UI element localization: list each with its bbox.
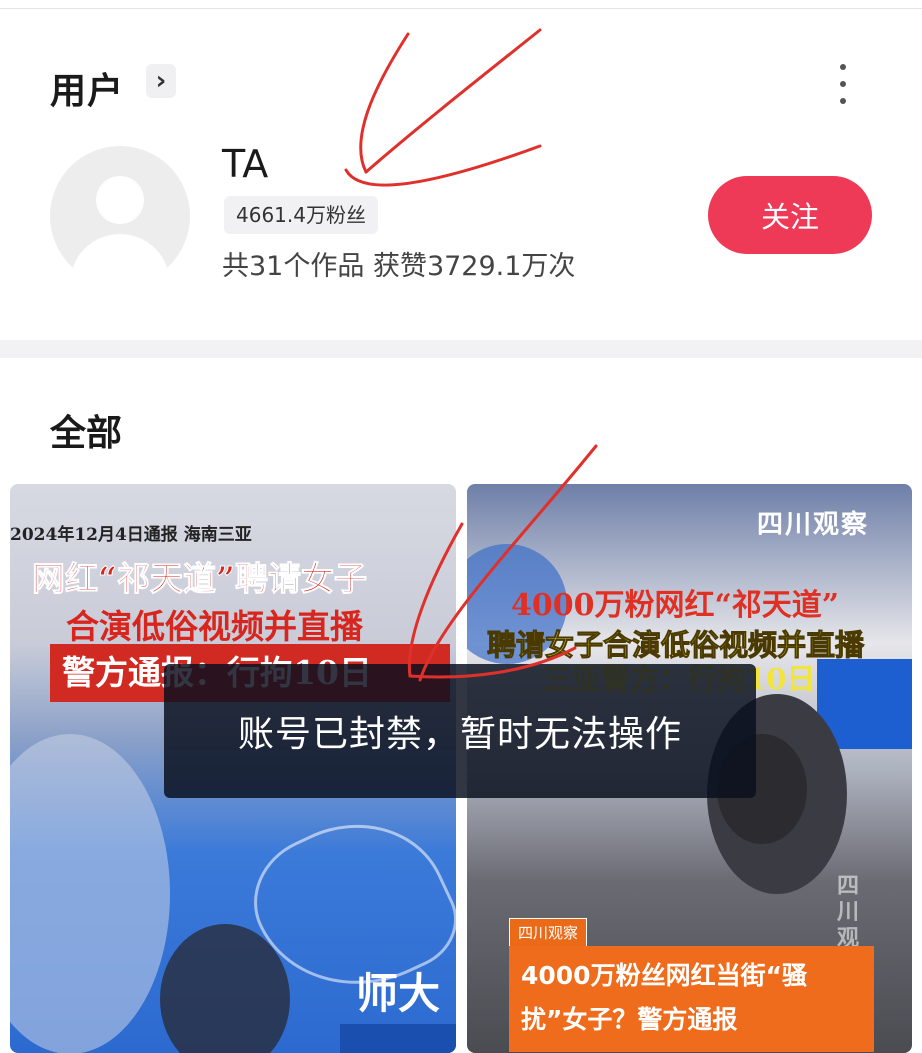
avatar[interactable] xyxy=(50,146,190,286)
ban-toast: 账号已封禁，暂时无法操作 xyxy=(164,664,756,798)
video-2-headline-1: 4000万粉网红“祁天道” xyxy=(511,588,840,623)
avatar-body-shape xyxy=(70,234,170,286)
works-section-title: 全部 xyxy=(50,413,123,454)
top-divider xyxy=(0,8,922,9)
video-2-caption: 4000万粉丝网红当街“骚扰”女子？警方通报 xyxy=(509,946,874,1052)
video-1-headline-1: 网红“祁天道”聘请女子 xyxy=(32,559,368,599)
user-section-title: 用户 xyxy=(50,71,125,112)
annotation-arrow-1-stroke-2 xyxy=(364,28,542,174)
section-divider xyxy=(0,340,922,358)
fans-count-badge: 4661.4万粉丝 xyxy=(224,196,378,234)
video-1-blue-strip xyxy=(340,1024,456,1053)
annotation-arrow-1-stroke-3 xyxy=(344,144,542,187)
video-1-date-line: 2024年12月4日通报 海南三亚 xyxy=(10,525,252,545)
more-vertical-icon[interactable] xyxy=(838,64,848,104)
follow-button[interactable]: 关注 xyxy=(708,176,872,254)
annotation-arrow-1-stroke xyxy=(359,32,410,174)
video-2-brand-logo: 四川观察 xyxy=(757,510,870,540)
video-1-logo-text: 师大 xyxy=(356,969,441,1018)
username: TA xyxy=(222,142,269,186)
profile-stats: 共31个作品 获赞3729.1万次 xyxy=(222,251,576,282)
chevron-right-icon[interactable]: › xyxy=(146,64,176,98)
avatar-head-shape xyxy=(96,176,144,224)
video-2-source-tag: 四川观察 xyxy=(509,918,588,948)
video-1-headline-2: 合演低俗视频并直播 xyxy=(66,607,363,646)
